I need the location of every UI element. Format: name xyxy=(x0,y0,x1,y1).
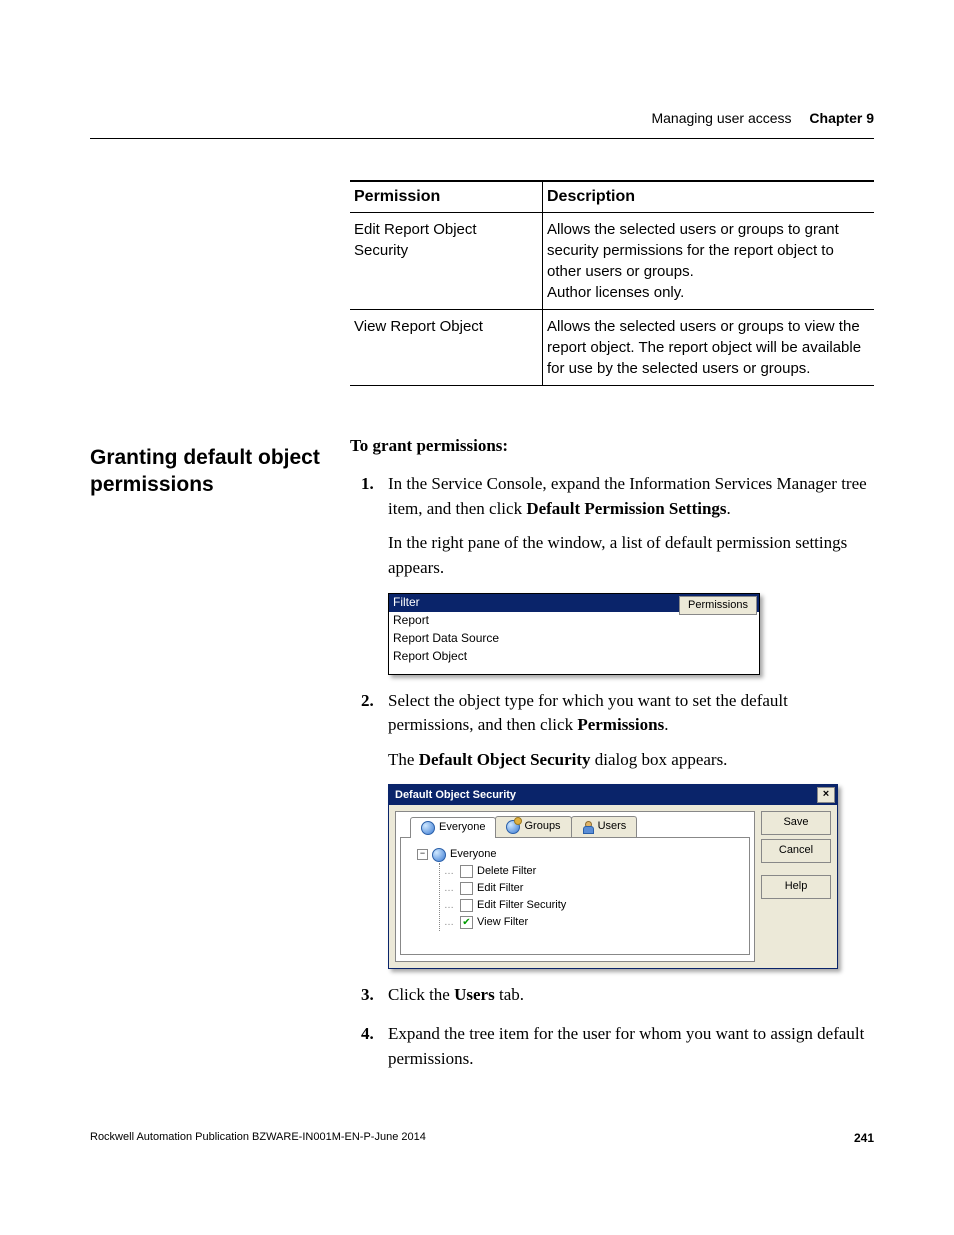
tree-item-label: Edit Filter Security xyxy=(477,898,566,914)
tree-connector-icon: … xyxy=(444,882,454,897)
default-object-security-dialog: Default Object Security × Everyone xyxy=(388,784,838,969)
page: Managing user access Chapter 9 Permissio… xyxy=(0,0,954,1235)
dialog-main-panel: Everyone Groups Users xyxy=(395,811,755,962)
list-item-report-data-source[interactable]: Report Data Source xyxy=(389,630,759,648)
step-3: Click the Users tab. xyxy=(378,983,874,1008)
text: dialog box appears. xyxy=(591,750,728,769)
list-item-report-object[interactable]: Report Object xyxy=(389,648,759,666)
section-title: Managing user access xyxy=(651,110,791,126)
header-rule xyxy=(90,138,874,139)
tree-item-edit-filter-security[interactable]: … Edit Filter Security xyxy=(444,897,741,914)
tree-item-label: View Filter xyxy=(477,915,528,931)
checkbox[interactable] xyxy=(460,865,473,878)
text: The xyxy=(388,750,419,769)
table-row: Edit Report Object Security Allows the s… xyxy=(350,213,874,310)
tree-item-label: Edit Filter xyxy=(477,881,523,897)
tree-item-view-filter[interactable]: … ✔ View Filter xyxy=(444,914,741,931)
step-bold: Users xyxy=(454,985,495,1004)
checkbox[interactable] xyxy=(460,882,473,895)
step-4: Expand the tree item for the user for wh… xyxy=(378,1022,874,1071)
publication-info: Rockwell Automation Publication BZWARE-I… xyxy=(90,1131,426,1145)
step-follow: The Default Object Security dialog box a… xyxy=(388,748,874,773)
groups-icon xyxy=(506,820,520,834)
procedure-title: To grant permissions: xyxy=(350,436,874,456)
step-bold: Default Permission Settings xyxy=(526,499,726,518)
left-column: Granting default object permissions xyxy=(90,426,350,499)
step-text-end: tab. xyxy=(495,985,524,1004)
step-bold: Permissions xyxy=(577,715,664,734)
desc-cell: Allows the selected users or groups to v… xyxy=(543,310,875,386)
text-bold: Default Object Security xyxy=(419,750,591,769)
tree-item-delete-filter[interactable]: … Delete Filter xyxy=(444,863,741,880)
tree-children: … Delete Filter … Edit Filter xyxy=(439,863,741,931)
step-follow: In the right pane of the window, a list … xyxy=(388,531,874,580)
table-row: View Report Object Allows the selected u… xyxy=(350,310,874,386)
tab-label: Users xyxy=(598,819,627,835)
step-1: In the Service Console, expand the Infor… xyxy=(378,472,874,675)
tab-label: Groups xyxy=(524,819,560,835)
tab-bar: Everyone Groups Users xyxy=(396,812,754,837)
running-header: Managing user access Chapter 9 xyxy=(651,110,874,126)
tree-connector-icon: … xyxy=(444,916,454,931)
content: Permission Description Edit Report Objec… xyxy=(90,180,874,1085)
step-text: Click the xyxy=(388,985,454,1004)
default-permission-list: Filter Report Report Data Source Report … xyxy=(388,593,760,675)
permissions-table: Permission Description Edit Report Objec… xyxy=(350,180,874,386)
two-col-section: Granting default object permissions To g… xyxy=(90,426,874,1085)
section-heading: Granting default object permissions xyxy=(90,444,340,499)
permissions-table-wrap: Permission Description Edit Report Objec… xyxy=(350,180,874,386)
user-icon xyxy=(582,821,594,833)
step-2: Select the object type for which you wan… xyxy=(378,689,874,970)
tab-users[interactable]: Users xyxy=(571,816,638,837)
perm-cell: View Report Object xyxy=(350,310,543,386)
steps-list: In the Service Console, expand the Infor… xyxy=(350,472,874,1071)
tab-label: Everyone xyxy=(439,820,485,836)
tree-item-edit-filter[interactable]: … Edit Filter xyxy=(444,880,741,897)
permissions-button[interactable]: Permissions xyxy=(679,596,757,615)
tree-connector-icon: … xyxy=(444,865,454,880)
tree-root-label: Everyone xyxy=(450,847,496,863)
close-icon[interactable]: × xyxy=(817,787,835,803)
checkbox-checked[interactable]: ✔ xyxy=(460,916,473,929)
tree-item-label: Delete Filter xyxy=(477,864,536,880)
tab-everyone[interactable]: Everyone xyxy=(410,817,496,838)
checkbox[interactable] xyxy=(460,899,473,912)
globe-icon xyxy=(432,848,446,862)
page-number: 241 xyxy=(854,1131,874,1145)
table-header-permission: Permission xyxy=(350,181,543,213)
step-text: Expand the tree item for the user for wh… xyxy=(388,1024,864,1068)
save-button[interactable]: Save xyxy=(761,811,831,835)
collapse-icon[interactable]: − xyxy=(417,849,428,860)
tree-connector-icon: … xyxy=(444,899,454,914)
tab-groups[interactable]: Groups xyxy=(495,816,571,837)
chapter-label: Chapter 9 xyxy=(809,110,874,126)
cancel-button[interactable]: Cancel xyxy=(761,839,831,863)
desc-cell: Allows the selected users or groups to g… xyxy=(543,213,875,310)
perm-cell: Edit Report Object Security xyxy=(350,213,543,310)
step-text-end: . xyxy=(664,715,668,734)
dialog-title: Default Object Security xyxy=(395,788,516,804)
help-button[interactable]: Help xyxy=(761,875,831,899)
dialog-button-column: Save Cancel Help xyxy=(761,811,831,962)
right-column: To grant permissions: In the Service Con… xyxy=(350,426,874,1085)
tab-panel: − Everyone … Dele xyxy=(400,837,750,955)
table-header-description: Description xyxy=(543,181,875,213)
dialog-titlebar: Default Object Security × xyxy=(389,785,837,805)
page-footer: Rockwell Automation Publication BZWARE-I… xyxy=(90,1131,874,1145)
tree-root[interactable]: − Everyone xyxy=(417,846,741,863)
dialog-body: Everyone Groups Users xyxy=(389,805,837,968)
step-text-end: . xyxy=(727,499,731,518)
globe-icon xyxy=(421,821,435,835)
